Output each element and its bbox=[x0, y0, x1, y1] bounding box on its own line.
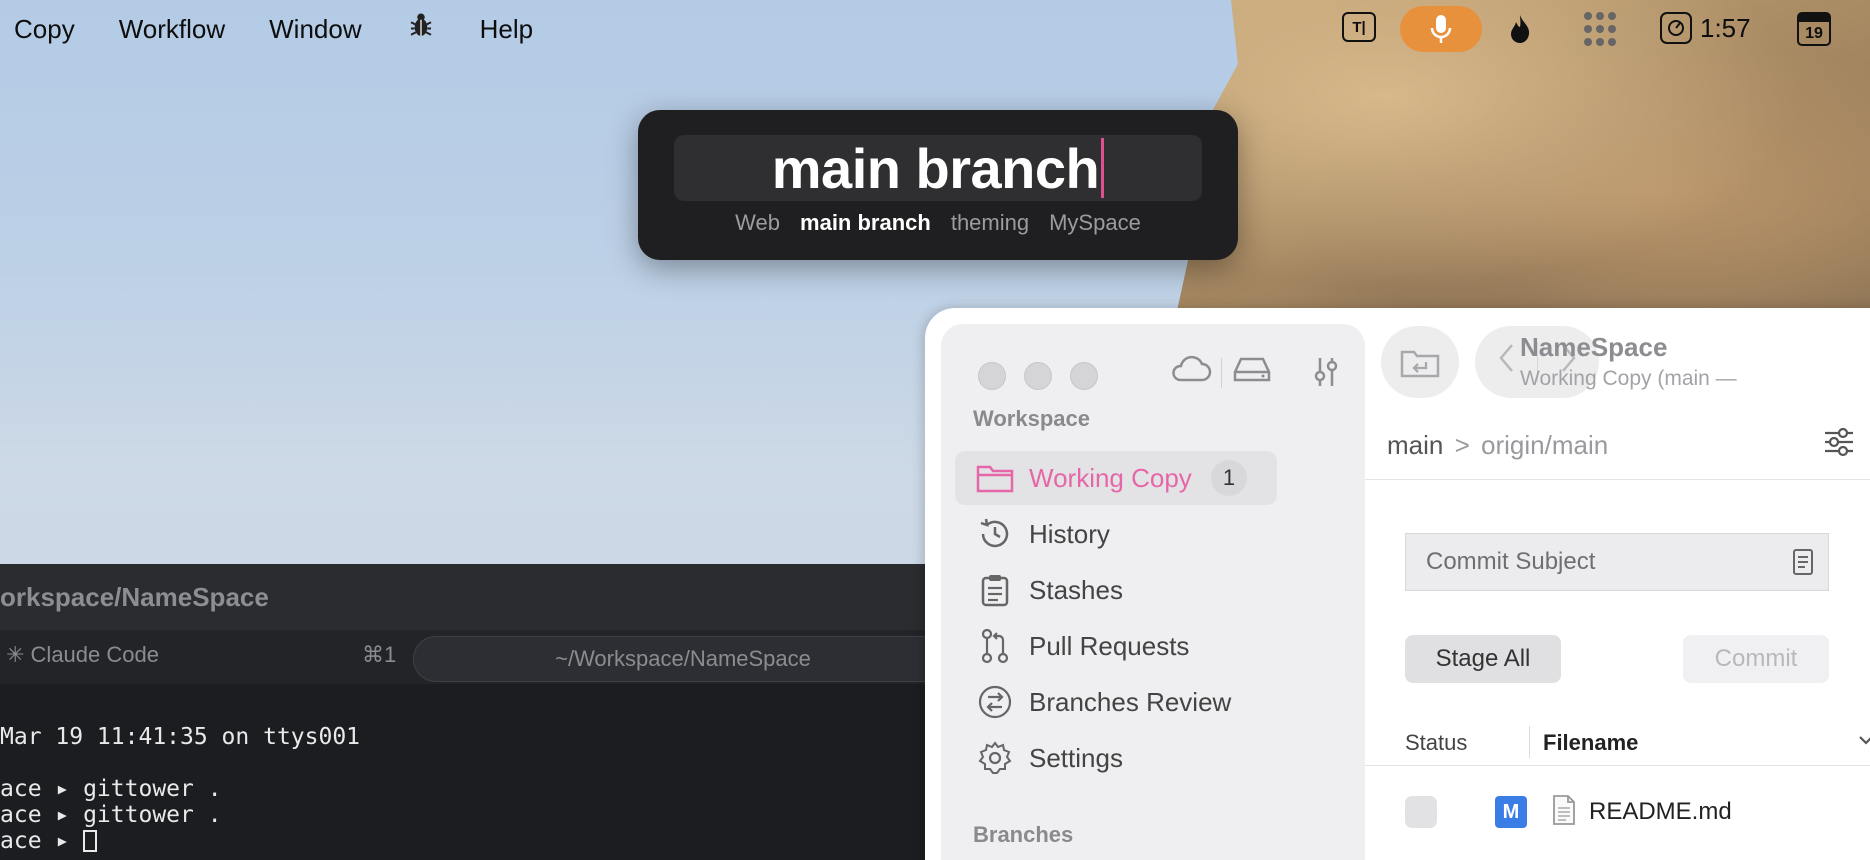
sidebar-item-history[interactable]: History bbox=[955, 507, 1339, 561]
column-divider bbox=[1529, 726, 1530, 758]
folder-icon bbox=[975, 461, 1015, 495]
drive-icon[interactable] bbox=[1222, 354, 1282, 392]
quick-search-suggestions: Web main branch theming MySpace bbox=[638, 210, 1238, 236]
zoom-button[interactable] bbox=[1070, 362, 1098, 390]
sidebar-item-stashes[interactable]: Stashes bbox=[955, 563, 1339, 617]
terminal-tab-namespace[interactable]: ~/Workspace/NameSpace bbox=[413, 636, 953, 682]
file-name: README.md bbox=[1589, 798, 1732, 825]
changes-count-badge: 1 bbox=[1211, 460, 1247, 496]
sidebar-item-label: Pull Requests bbox=[1029, 630, 1190, 661]
window-controls bbox=[978, 362, 1098, 390]
terminal-title: orkspace/NameSpace bbox=[0, 564, 930, 630]
local-branch[interactable]: main bbox=[1387, 430, 1443, 460]
grid-dots-icon[interactable] bbox=[1582, 11, 1618, 47]
file-table-header: Status Filename bbox=[1365, 720, 1870, 766]
sidebar-item-label: Stashes bbox=[1029, 574, 1123, 605]
view-options-icon[interactable] bbox=[1823, 426, 1855, 463]
gear-icon bbox=[975, 741, 1015, 775]
menu-bar: Copy Workflow Window Help T| 1:57 19 bbox=[0, 0, 1870, 58]
suggestion-main-branch[interactable]: main branch bbox=[800, 210, 931, 236]
timer-icon bbox=[1660, 12, 1692, 44]
terminal-line: ace ▸ gittower . bbox=[0, 802, 222, 828]
minimize-button[interactable] bbox=[1024, 362, 1052, 390]
terminal-window: orkspace/NameSpace ✳ Claude Code ⌘1 ~/Wo… bbox=[0, 564, 953, 860]
sidebar-item-label: Branches Review bbox=[1029, 686, 1232, 717]
tower-window: Workspace Working Copy 1 History Stashes… bbox=[925, 308, 1870, 860]
table-row[interactable]: M README.md bbox=[1365, 788, 1870, 838]
column-header-filename[interactable]: Filename bbox=[1543, 730, 1638, 756]
sidebar-item-branches-review[interactable]: Branches Review bbox=[955, 675, 1339, 729]
sidebar-section-workspace: Workspace bbox=[973, 406, 1090, 431]
window-title: NameSpace Working Copy (main — bbox=[1520, 332, 1737, 391]
status-badge: M bbox=[1495, 796, 1527, 828]
terminal-output[interactable]: Mar 19 11:41:35 on ttys001 ace ▸ gittowe… bbox=[0, 724, 360, 854]
suggestion-theming[interactable]: theming bbox=[951, 210, 1029, 236]
terminal-tab-shortcut: ⌘1 bbox=[362, 642, 397, 667]
commit-subject-input[interactable]: Commit Subject bbox=[1405, 533, 1829, 591]
suggestion-web[interactable]: Web bbox=[735, 210, 780, 236]
commit-subject-placeholder: Commit Subject bbox=[1426, 548, 1596, 575]
breadcrumb: main > origin/main bbox=[1365, 408, 1870, 480]
terminal-cursor bbox=[83, 830, 98, 852]
clock-time: 1:57 bbox=[1700, 12, 1751, 43]
sidebar-item-label: Settings bbox=[1029, 742, 1123, 773]
fetch-button[interactable] bbox=[1381, 326, 1459, 398]
breadcrumb-separator: > bbox=[1454, 430, 1470, 460]
branches-review-icon bbox=[975, 685, 1015, 719]
text-caret bbox=[1101, 138, 1105, 198]
clipboard-icon bbox=[975, 573, 1015, 607]
chevron-down-icon[interactable] bbox=[1857, 726, 1870, 762]
sidebar-item-label: Working Copy bbox=[1029, 462, 1192, 493]
terminal-prompt-line: ace ▸ bbox=[0, 828, 360, 854]
microphone-icon[interactable] bbox=[1400, 6, 1482, 52]
terminal-line: Mar 19 11:41:35 on ttys001 bbox=[0, 724, 361, 750]
sliders-icon[interactable] bbox=[1311, 356, 1341, 393]
flame-icon[interactable] bbox=[1508, 7, 1532, 51]
sidebar-section-branches: Branches bbox=[973, 822, 1074, 847]
suggestion-myspace[interactable]: MySpace bbox=[1049, 210, 1141, 236]
sidebar-toolbar bbox=[1161, 354, 1282, 392]
sidebar-item-label: History bbox=[1029, 518, 1110, 549]
terminal-tab-bar: ✳ Claude Code ⌘1 ~/Workspace/NameSpace bbox=[0, 630, 953, 684]
close-button[interactable] bbox=[978, 362, 1006, 390]
window-subtitle: Working Copy (main — bbox=[1520, 367, 1737, 390]
commit-button[interactable]: Commit bbox=[1683, 635, 1829, 683]
history-icon bbox=[975, 517, 1015, 551]
stage-checkbox[interactable] bbox=[1405, 796, 1437, 828]
stage-all-button[interactable]: Stage All bbox=[1405, 635, 1561, 683]
repository-name: NameSpace bbox=[1520, 332, 1668, 362]
terminal-line: ace ▸ gittower . bbox=[0, 776, 222, 802]
calendar-icon[interactable]: 19 bbox=[1797, 12, 1831, 46]
quick-search-input[interactable]: main branch bbox=[674, 135, 1202, 201]
clock-menu[interactable]: 1:57 bbox=[1660, 12, 1751, 44]
typing-tool-icon[interactable]: T| bbox=[1342, 12, 1376, 42]
remote-branch[interactable]: origin/main bbox=[1481, 430, 1608, 460]
document-icon bbox=[1551, 794, 1577, 833]
sidebar-item-pull-requests[interactable]: Pull Requests bbox=[955, 619, 1339, 673]
commit-template-icon[interactable] bbox=[1792, 548, 1814, 583]
sidebar-item-settings[interactable]: Settings bbox=[955, 731, 1339, 785]
pull-request-icon bbox=[975, 628, 1015, 664]
cloud-icon[interactable] bbox=[1161, 354, 1221, 392]
quick-search-popup: main branch Web main branch theming MySp… bbox=[638, 110, 1238, 260]
column-header-status[interactable]: Status bbox=[1405, 730, 1467, 756]
sidebar: Workspace Working Copy 1 History Stashes… bbox=[941, 324, 1365, 860]
sidebar-item-working-copy[interactable]: Working Copy 1 bbox=[955, 451, 1277, 505]
terminal-tab-claude-code[interactable]: ✳ Claude Code bbox=[6, 642, 159, 668]
